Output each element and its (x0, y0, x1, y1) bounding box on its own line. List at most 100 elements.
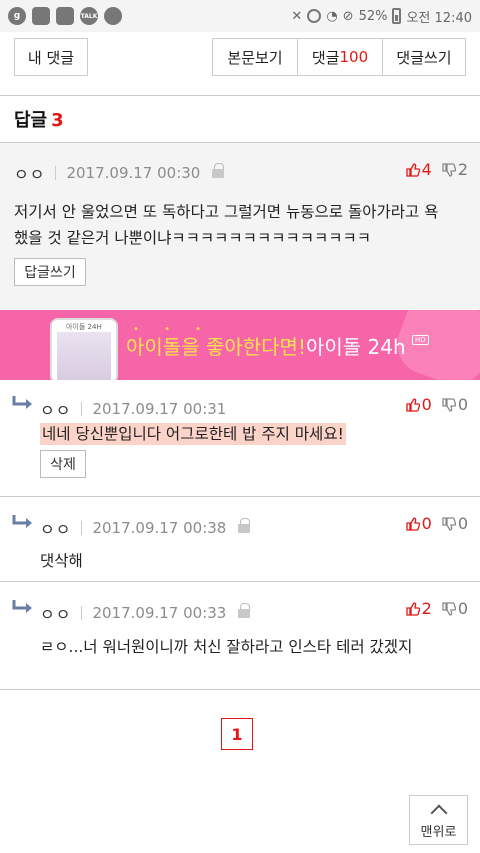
divider (0, 95, 480, 96)
replies-label: 답글 (14, 110, 48, 131)
comment-text-line: 저기서 안 울었으면 또 독하다고 그럴거면 뉴동으로 돌아가라고 욕 (14, 203, 439, 221)
reply-comment: ㅇㅇ 2017.09.17 00:38 0 0 댓삭해 (0, 497, 480, 582)
upvote-button[interactable]: 4 (405, 160, 432, 179)
chevron-up-icon (430, 804, 447, 821)
downvote-button[interactable]: 0 (442, 514, 468, 533)
clock: 오전 12:40 (406, 10, 472, 26)
battery-percent: 52% (358, 8, 388, 24)
g-app-icon: g (8, 7, 26, 25)
separator (81, 521, 83, 535)
scroll-top-button[interactable]: 맨위로 (409, 795, 468, 845)
comment-date: 2017.09.17 00:31 (92, 400, 227, 418)
thumbs-down-icon (442, 162, 456, 177)
scroll-top-label: 맨위로 (420, 824, 457, 840)
comment-author: ㅇㅇ (40, 605, 72, 624)
upvote-count: 2 (421, 599, 432, 618)
downvote-count: 2 (457, 160, 468, 179)
comments-count: 100 (339, 48, 369, 66)
upvote-count: 0 (421, 514, 432, 533)
vote-group: 0 0 (405, 395, 468, 414)
no-signal-icon: ⊘ (342, 8, 354, 24)
my-comments-button[interactable]: 내 댓글 (14, 38, 88, 76)
vote-group: 0 0 (405, 514, 468, 533)
page-number-current[interactable]: 1 (221, 718, 253, 750)
phone-image: 아이돌 24H (50, 318, 118, 380)
notification-icons: g TALK (8, 7, 122, 25)
mute-icon: ✕ (291, 8, 303, 24)
parent-comment: ㅇㅇ 2017.09.17 00:30 4 2 저기서 안 울었으면 또 독하다… (0, 142, 480, 310)
comment-date: 2017.09.17 00:30 (66, 164, 201, 182)
divider (0, 142, 480, 143)
messenger-icon (104, 7, 122, 25)
comment-author: ㅇㅇ (14, 165, 46, 184)
comment-meta: ㅇㅇ 2017.09.17 00:30 (14, 161, 225, 185)
phone-icon (32, 7, 50, 25)
comment-text: 네네 당신뿐입니다 어그로한테 밥 주지 마세요! (40, 423, 346, 445)
comment-author: ㅇㅇ (40, 520, 72, 539)
view-post-button[interactable]: 본문보기 (212, 38, 298, 76)
comment-text: ㄹㅇ...너 워너원이니까 처신 잘하라고 인스타 테러 갔겠지 (40, 638, 413, 656)
replies-header: 답글 3 (14, 106, 64, 132)
lock-icon (212, 163, 225, 179)
divider (0, 689, 480, 690)
vote-group: 4 2 (405, 160, 468, 179)
reply-arrow-icon (12, 515, 32, 528)
banner-tagline: 아이돌을 좋아한다면! (126, 335, 306, 359)
battery-icon (392, 8, 402, 24)
banner-brand: 아이돌 24h (306, 335, 406, 359)
downvote-button[interactable]: 2 (442, 160, 468, 179)
downvote-button[interactable]: 0 (442, 599, 468, 618)
separator (81, 402, 83, 416)
comment-meta: ㅇㅇ 2017.09.17 00:33 (40, 601, 251, 625)
kakaotalk-icon: TALK (80, 7, 98, 25)
delete-button[interactable]: 삭제 (40, 450, 86, 478)
thumbs-down-icon (442, 601, 456, 616)
upvote-button[interactable]: 2 (405, 599, 432, 618)
gallery-icon (56, 7, 74, 25)
comment-date: 2017.09.17 00:38 (92, 519, 227, 537)
phone-title: 아이돌 24H (66, 323, 102, 331)
downvote-count: 0 (457, 599, 468, 618)
hd-badge: HD (412, 335, 429, 345)
idol-app-banner[interactable]: 아이돌 24H • • • 아이돌을 좋아한다면! 아이돌 24h HD (0, 310, 480, 380)
alarm-icon (307, 9, 322, 23)
comments-button[interactable]: 댓글 100 (297, 38, 383, 76)
phone-screen (57, 332, 111, 380)
lock-icon (238, 603, 251, 619)
comment-text-line: 했을 것 같은거 나뿐이냐ㅋㅋㅋㅋㅋㅋㅋㅋㅋㅋㅋㅋㅋㅋ (14, 229, 372, 247)
separator (55, 166, 57, 180)
comment-author: ㅇㅇ (40, 401, 72, 420)
thumbs-up-icon (405, 516, 420, 531)
wifi-icon: ◔ (326, 8, 338, 24)
reply-comment: ㅇㅇ 2017.09.17 00:33 2 0 ㄹㅇ...너 워너원이니까 처신… (0, 582, 480, 690)
write-comment-button[interactable]: 댓글쓰기 (382, 38, 466, 76)
comment-meta: ㅇㅇ 2017.09.17 00:38 (40, 516, 251, 540)
reply-arrow-icon (12, 600, 32, 613)
reply-comment: ㅇㅇ 2017.09.17 00:31 0 0 네네 당신뿐입니다 어그로한테 … (0, 380, 480, 497)
upvote-count: 4 (421, 160, 432, 179)
downvote-count: 0 (457, 395, 468, 414)
comment-toolbar: 내 댓글 본문보기 댓글 100 댓글쓰기 (0, 38, 480, 78)
thumbs-down-icon (442, 516, 456, 531)
upvote-button[interactable]: 0 (405, 395, 432, 414)
comment-date: 2017.09.17 00:33 (92, 604, 227, 622)
reply-arrow-icon (12, 396, 32, 409)
reply-button[interactable]: 답글쓰기 (14, 258, 86, 286)
comment-meta: ㅇㅇ 2017.09.17 00:31 (40, 397, 226, 421)
vote-group: 2 0 (405, 599, 468, 618)
downvote-button[interactable]: 0 (442, 395, 468, 414)
system-icons: ✕ ◔ ⊘ 52% 오전 12:40 (291, 7, 472, 26)
separator (81, 606, 83, 620)
lock-icon (238, 518, 251, 534)
comment-text: 저기서 안 울었으면 또 독하다고 그럴거면 뉴동으로 돌아가라고 욕 했을 것… (14, 199, 438, 251)
comments-label: 댓글 (311, 48, 340, 67)
upvote-count: 0 (421, 395, 432, 414)
downvote-count: 0 (457, 514, 468, 533)
comment-text: 댓삭해 (40, 552, 83, 570)
upvote-button[interactable]: 0 (405, 514, 432, 533)
status-bar: g TALK ✕ ◔ ⊘ 52% 오전 12:40 (0, 0, 480, 32)
thumbs-up-icon (405, 397, 420, 412)
thumbs-up-icon (405, 601, 420, 616)
thumbs-up-icon (405, 162, 420, 177)
replies-count: 3 (51, 110, 64, 131)
